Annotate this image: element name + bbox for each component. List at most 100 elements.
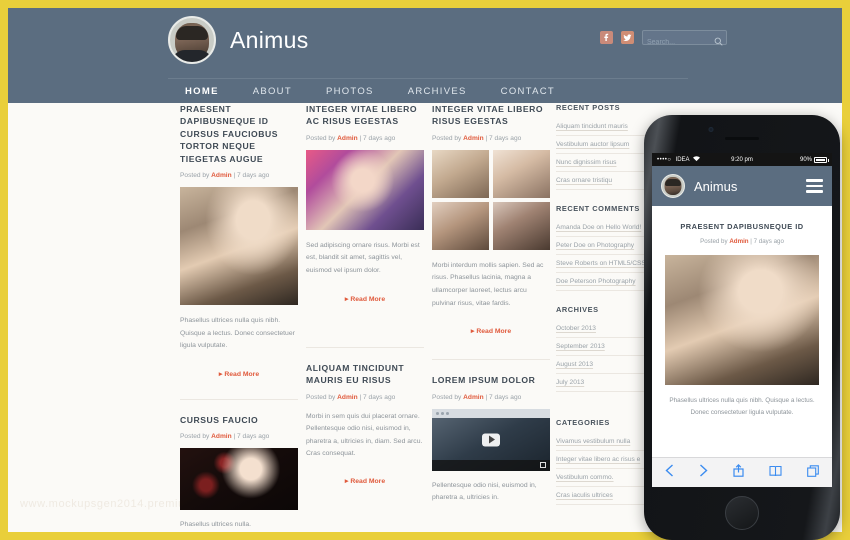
phone-post-title[interactable]: PRAESENT DAPIBUSNEQUE ID: [665, 222, 819, 231]
sidebar-link[interactable]: Steve Roberts on HTML5/CSS3: [556, 255, 652, 273]
post-body: Phasellus ultrices nulla.: [180, 521, 252, 529]
post-author[interactable]: Admin: [463, 394, 484, 401]
nav-item-photos[interactable]: PHOTOS: [309, 82, 391, 101]
sidebar-link[interactable]: Vivamus vestibulum nulla: [556, 433, 652, 451]
post-meta: Posted by Admin | 7 days ago: [180, 172, 298, 179]
sidebar: RECENT POSTS Aliquam tincidunt mauris Ve…: [556, 103, 652, 519]
post-author[interactable]: Admin: [211, 433, 232, 440]
post-author[interactable]: Admin: [211, 172, 232, 179]
meta-date: | 7 days ago: [231, 172, 270, 180]
grid-photo[interactable]: [493, 201, 550, 250]
header-tools: [600, 30, 727, 49]
widget-title: RECENT POSTS: [556, 103, 621, 112]
post-title[interactable]: ALIQUAM TINCIDUNT MAURIS EU RISUS: [306, 362, 424, 387]
post-body: Phasellus ultrices nulla quis nibh. Quis…: [180, 317, 295, 350]
post-column-2: INTEGER VITAE LIBERO AC RISUS EGESTAS Po…: [306, 103, 424, 488]
twitter-icon[interactable]: [621, 30, 635, 45]
share-icon[interactable]: [733, 463, 744, 482]
post-thumbnail[interactable]: [180, 187, 298, 306]
post-column-3: INTEGER VITAE LIBERO RISUS EGESTAS Poste…: [432, 103, 550, 505]
sidebar-link[interactable]: August 2013: [556, 356, 652, 374]
sidebar-link[interactable]: Integer vitae libero ac risus e: [556, 451, 652, 469]
meta-date: | 7 days ago: [231, 433, 270, 441]
post-author[interactable]: Admin: [729, 238, 748, 245]
search-icon[interactable]: [714, 33, 723, 51]
battery-indicator: 90%: [800, 156, 829, 163]
post-title[interactable]: INTEGER VITAE LIBERO AC RISUS EGESTAS: [306, 103, 424, 128]
video-thumbnail[interactable]: [432, 408, 550, 471]
carrier-label: IDEA: [675, 156, 690, 163]
widget-title: CATEGORIES: [556, 418, 610, 427]
sidebar-link[interactable]: Cras ornare tristiqu: [556, 172, 652, 190]
sidebar-link[interactable]: July 2013: [556, 374, 652, 392]
site-header: Animus Search... HOME ABOUT PHOTOS ARCHI…: [8, 8, 842, 103]
read-more-label: Read More: [476, 328, 512, 336]
read-more-link[interactable]: ▸ Read More: [219, 371, 259, 378]
signal-icon: ••••○: [657, 156, 672, 163]
facebook-icon[interactable]: [600, 30, 614, 45]
phone-post-thumbnail[interactable]: [665, 255, 819, 385]
phone-screen: ••••○ IDEA 9:20 pm 90% Animus PRAESENT D…: [652, 153, 832, 487]
sidebar-link[interactable]: Peter Doe on Photography: [556, 237, 652, 255]
phone-site-header: Animus: [652, 166, 832, 206]
site-title: Animus: [230, 26, 309, 53]
widget-title: ARCHIVES: [556, 305, 599, 314]
grid-photo[interactable]: [432, 201, 489, 250]
sidebar-link[interactable]: Vestibulum auctor lipsum: [556, 136, 652, 154]
read-more-link[interactable]: ▸ Read More: [345, 478, 385, 485]
sidebar-link[interactable]: Doe Peterson Photography: [556, 273, 652, 291]
hamburger-menu-icon[interactable]: [806, 179, 823, 193]
post-title[interactable]: PRAESENT DAPIBUSNEQUE ID CURSUS FAUCIOBU…: [180, 103, 298, 165]
read-more-link[interactable]: ▸ Read More: [471, 328, 511, 335]
post-author[interactable]: Admin: [463, 135, 484, 142]
nav-item-contact[interactable]: CONTACT: [484, 82, 572, 101]
battery-icon: [814, 156, 829, 163]
play-button[interactable]: [482, 433, 500, 447]
post-card: PRAESENT DAPIBUSNEQUE ID CURSUS FAUCIOBU…: [180, 103, 298, 381]
post-meta: Posted by Admin | 7 days ago: [306, 394, 424, 401]
sidebar-link[interactable]: Aliquam tincidunt mauris: [556, 118, 652, 136]
widget-categories: CATEGORIES Vivamus vestibulum nulla Inte…: [556, 418, 652, 505]
sidebar-link[interactable]: Vestibulum commo.: [556, 469, 652, 487]
sidebar-link[interactable]: Cras iaculis ultrices: [556, 487, 652, 505]
phone-status-bar: ••••○ IDEA 9:20 pm 90%: [652, 153, 832, 166]
nav-item-home[interactable]: HOME: [168, 82, 236, 101]
post-title[interactable]: LOREM IPSUM DOLOR: [432, 374, 550, 386]
front-camera-icon: [708, 127, 714, 132]
read-more-link[interactable]: ▸ Read More: [345, 296, 385, 303]
post-meta: Posted by Admin | 7 days ago: [432, 394, 550, 401]
nav-item-archives[interactable]: ARCHIVES: [391, 82, 484, 101]
brand-row[interactable]: Animus: [168, 16, 309, 64]
fullscreen-icon[interactable]: [540, 462, 546, 469]
bookmarks-icon[interactable]: [769, 464, 782, 482]
back-icon[interactable]: [665, 463, 674, 482]
post-title[interactable]: CURSUS FAUCIO: [180, 414, 298, 426]
home-button[interactable]: [725, 496, 759, 530]
post-card: CURSUS FAUCIO Posted by Admin | 7 days a…: [180, 414, 298, 532]
grid-photo[interactable]: [432, 149, 489, 198]
post-meta: Posted by Admin | 7 days ago: [180, 433, 298, 440]
post-author[interactable]: Admin: [337, 394, 358, 401]
widget-recent-comments: RECENT COMMENTS Amanda Doe on Hello Worl…: [556, 204, 652, 291]
post-thumbnail[interactable]: [180, 448, 298, 511]
tabs-icon[interactable]: [807, 464, 820, 482]
meta-date: | 7 days ago: [483, 393, 522, 401]
post-author[interactable]: Admin: [337, 135, 358, 142]
grid-photo[interactable]: [493, 149, 550, 198]
forward-icon[interactable]: [699, 463, 708, 482]
sidebar-link[interactable]: Amanda Doe on Hello World!: [556, 219, 652, 237]
phone-mockup: ••••○ IDEA 9:20 pm 90% Animus PRAESENT D…: [644, 115, 840, 540]
user-avatar: [168, 16, 216, 64]
post-thumbnail[interactable]: [306, 149, 424, 230]
search-box[interactable]: [642, 30, 727, 49]
meta-prefix: Posted by: [432, 393, 464, 401]
widget-archives: ARCHIVES October 2013 September 2013 Aug…: [556, 305, 652, 392]
window-bar: [432, 408, 550, 418]
video-controls[interactable]: [432, 459, 550, 471]
post-title[interactable]: INTEGER VITAE LIBERO RISUS EGESTAS: [432, 103, 550, 128]
sidebar-link[interactable]: Nunc dignissim risus: [556, 154, 652, 172]
sidebar-link[interactable]: October 2013: [556, 320, 652, 338]
nav-item-about[interactable]: ABOUT: [236, 82, 309, 101]
post-meta: Posted by Admin | 7 days ago: [306, 135, 424, 142]
sidebar-link[interactable]: September 2013: [556, 338, 652, 356]
